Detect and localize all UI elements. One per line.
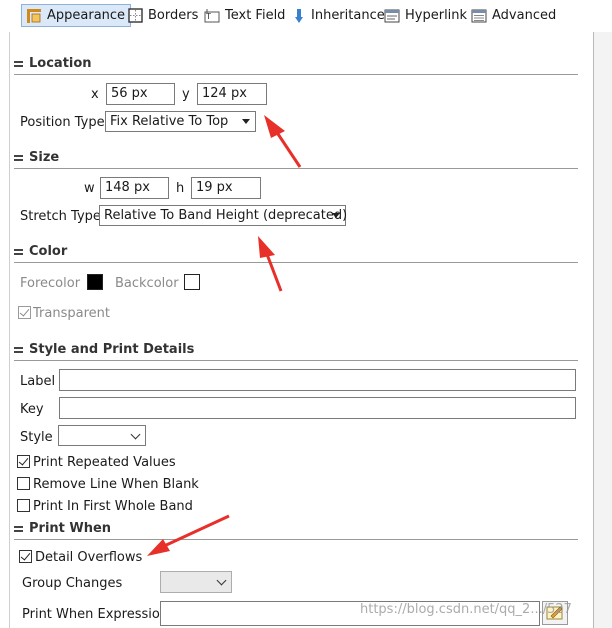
print-first-checkbox[interactable] [17,499,30,512]
label-label: Label [20,374,56,389]
forecolor-swatch[interactable] [87,274,103,290]
section-divider [14,539,578,540]
annotation-arrow-icon [147,514,230,556]
print-repeated-checkbox[interactable] [17,455,30,468]
transparent-label: Transparent [33,306,110,321]
forecolor-label: Forecolor [20,276,81,291]
section-style-print-header[interactable]: Style and Print Details [14,338,194,360]
appearance-icon [27,8,41,23]
section-title: Print When [29,520,112,536]
section-location-header[interactable]: Location [14,52,92,74]
stretch-type-value: Relative To Band Height (deprecated) [104,208,348,223]
section-title: Style and Print Details [29,341,195,357]
remove-line-checkbox[interactable] [17,477,30,490]
section-title: Size [29,149,60,165]
tab-label: Borders [148,8,199,23]
tab-label: Advanced [492,8,557,23]
h-label: h [176,181,185,196]
x-label: x [91,87,99,102]
y-label: y [182,87,190,102]
position-type-select[interactable]: Fix Relative To Top [105,111,256,132]
vertical-scrollbar[interactable] [594,32,612,628]
panel-left-border [9,32,10,628]
w-field[interactable]: 148 px [100,177,169,199]
remove-line-label: Remove Line When Blank [33,477,199,492]
group-changes-select[interactable] [160,571,232,593]
tab-inheritance[interactable]: Inheritance [286,4,390,27]
tab-bar: Appearance Borders T Text Field Inherita… [0,0,612,32]
tab-label: Hyperlink [405,8,468,23]
print-first-label: Print In First Whole Band [33,499,193,514]
section-divider [14,74,578,75]
section-size-header[interactable]: Size [14,146,59,168]
print-repeated-label: Print Repeated Values [33,455,176,470]
position-type-value: Fix Relative To Top [110,114,229,129]
collapse-icon[interactable] [14,153,23,162]
h-field[interactable]: 19 px [191,177,261,199]
watermark: https://blog.csdn.net/qq_2.../527 [360,602,572,617]
key-label: Key [20,402,44,417]
group-changes-label: Group Changes [22,576,123,591]
chevron-down-icon [216,575,227,586]
dropdown-arrow-icon [242,119,250,124]
stretch-type-select[interactable]: Relative To Band Height (deprecated) [99,205,348,226]
tab-hyperlink[interactable]: Hyperlink [380,4,472,27]
style-select[interactable] [58,425,146,446]
section-divider [14,168,578,169]
advanced-icon [471,9,487,22]
dropdown-arrow-icon [332,213,340,218]
section-print-when-header[interactable]: Print When [14,517,111,539]
position-type-label: Position Type [20,115,105,130]
collapse-icon[interactable] [14,345,23,354]
transparent-checkbox[interactable] [18,306,31,319]
tab-borders[interactable]: Borders [124,4,203,27]
tab-label: Inheritance [311,8,385,23]
borders-icon [128,8,143,23]
tab-advanced[interactable]: Advanced [467,4,561,27]
x-field[interactable]: 56 px [106,83,175,105]
backcolor-swatch[interactable] [184,274,200,290]
detail-overflows-label: Detail Overflows [35,550,143,565]
y-field[interactable]: 124 px [197,83,267,105]
label-field[interactable] [59,369,576,391]
collapse-icon[interactable] [14,59,23,68]
tab-text-field[interactable]: T Text Field [200,4,290,27]
tab-label: Appearance [47,8,126,23]
backcolor-label: Backcolor [115,276,179,291]
chevron-down-icon [130,429,141,440]
print-when-expression-label: Print When Expression [22,607,169,622]
w-label: w [84,181,95,196]
hyperlink-icon [384,9,400,22]
collapse-icon[interactable] [14,247,23,256]
stretch-type-label: Stretch Type [20,209,101,224]
inheritance-icon [295,8,303,23]
tab-label: Text Field [225,8,286,23]
section-title: Location [29,55,92,71]
section-divider [14,360,578,361]
tab-appearance[interactable]: Appearance [21,4,132,27]
key-field[interactable] [59,397,576,419]
annotation-arrow-icon [264,115,302,168]
style-label: Style [20,430,53,445]
annotation-arrow-icon [258,236,283,292]
collapse-icon[interactable] [14,524,23,533]
section-divider [14,262,578,263]
text-field-icon: T [204,8,220,22]
section-title: Color [29,243,68,259]
section-color-header[interactable]: Color [14,240,67,262]
detail-overflows-checkbox[interactable] [19,550,32,563]
svg-text:T: T [205,12,211,21]
